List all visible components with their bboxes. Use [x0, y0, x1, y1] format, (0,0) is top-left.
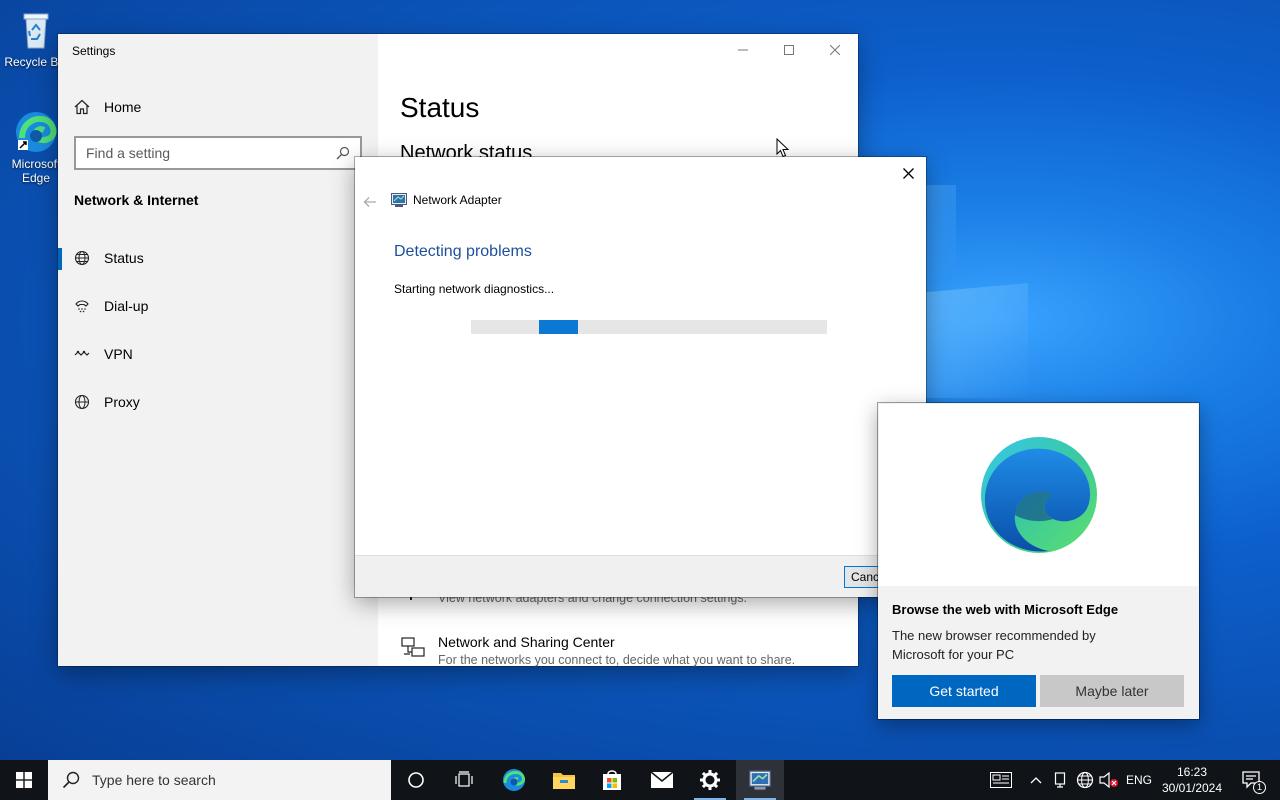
back-button[interactable] [363, 195, 377, 213]
settings-icon [700, 770, 720, 790]
minimize-button[interactable] [720, 34, 766, 66]
edge-promo-card: Browse the web with Microsoft Edge The n… [878, 403, 1199, 719]
nav-home[interactable]: Home [74, 98, 141, 116]
tray-network[interactable] [1074, 760, 1096, 800]
task-view-icon [455, 771, 473, 787]
chevron-up-icon [1030, 777, 1042, 784]
device-icon [1054, 772, 1066, 788]
home-icon [74, 99, 90, 115]
page-title: Status [400, 92, 480, 123]
search-input[interactable] [86, 145, 336, 161]
volume-muted-icon [1099, 772, 1118, 788]
taskbar-settings[interactable] [686, 760, 734, 800]
back-arrow-icon [363, 197, 376, 207]
network-globe-icon [1076, 771, 1094, 789]
taskbar-store[interactable] [588, 760, 636, 800]
cortana-icon [408, 772, 424, 788]
find-setting-search[interactable] [74, 136, 362, 170]
minimize-icon [738, 49, 748, 51]
action-center-button[interactable]: 1 [1232, 760, 1272, 800]
close-icon [830, 45, 840, 55]
taskbar-file-explorer[interactable] [540, 760, 588, 800]
sidebar-item-dial-up[interactable]: Dial-up [58, 286, 378, 326]
edge-icon [503, 769, 525, 791]
window-controls [720, 34, 858, 66]
maximize-button[interactable] [766, 34, 812, 66]
dialog-close-button[interactable] [896, 161, 920, 185]
diagnostics-progress-bar [471, 320, 827, 334]
troubleshooter-app: Network Adapter [391, 193, 502, 207]
windows-logo-icon [16, 772, 32, 788]
mouse-cursor-icon [776, 138, 790, 158]
store-icon [603, 770, 621, 790]
troubleshooter-icon [391, 193, 407, 207]
close-icon [902, 167, 914, 179]
wallpaper-logo-pane [926, 283, 1028, 398]
mail-icon [650, 771, 674, 788]
troubleshooter-icon [749, 770, 771, 790]
desktop-icon-label: Microsoft Edge [11, 157, 61, 185]
network-sharing-icon [401, 637, 425, 657]
close-button[interactable] [812, 34, 858, 66]
tray-language[interactable]: ENG [1122, 760, 1156, 800]
search-icon [336, 146, 350, 160]
clock-time: 16:23 [1176, 765, 1208, 779]
settings-nav: Settings Home Network & Internet Status … [58, 34, 378, 666]
edge-icon [14, 110, 58, 154]
maximize-icon [784, 45, 794, 55]
sidebar-item-vpn[interactable]: VPN [58, 334, 378, 374]
get-started-button[interactable]: Get started [892, 675, 1036, 707]
taskbar-edge[interactable] [490, 760, 538, 800]
search-icon [62, 771, 80, 789]
start-button[interactable] [0, 760, 48, 800]
nav-home-label: Home [104, 99, 142, 115]
taskbar: Type here to search ENG 16:23 30/01/2024… [0, 760, 1280, 800]
edge-logo-icon [980, 437, 1097, 553]
wallpaper-logo-pane [926, 185, 956, 280]
sidebar-item-label: VPN [104, 346, 133, 362]
sidebar-item-label: Dial-up [104, 298, 149, 314]
file-explorer-icon [553, 773, 575, 789]
dial-up-icon [75, 300, 89, 313]
globe-status-icon [74, 250, 90, 266]
clock-date: 30/01/2024 [1161, 781, 1223, 795]
cortana-button[interactable] [392, 760, 440, 800]
tray-show-hidden-icons[interactable] [1026, 760, 1046, 800]
promo-description: The new browser recommended by Microsoft… [892, 628, 1096, 662]
advanced-item-desc: For the networks you connect to, decide … [438, 653, 796, 667]
advanced-item-title: Network and Sharing Center [438, 634, 615, 650]
tray-news-button[interactable] [984, 760, 1018, 800]
sidebar-item-status[interactable]: Status [58, 238, 378, 278]
vpn-icon [74, 350, 90, 356]
language-indicator: ENG [1125, 773, 1152, 787]
taskbar-troubleshooter[interactable] [736, 760, 784, 800]
news-icon [990, 772, 1012, 788]
promo-hero [879, 404, 1198, 586]
dialog-app-name: Network Adapter [413, 193, 502, 207]
recycle-bin-icon [14, 8, 58, 52]
sidebar-item-proxy[interactable]: Proxy [58, 382, 378, 422]
sidebar-item-label: Proxy [104, 394, 140, 410]
troubleshooter-dialog: Network Adapter Detecting problems Start… [355, 157, 926, 597]
notification-count-badge: 1 [1253, 781, 1266, 794]
globe-icon [74, 394, 90, 410]
tray-volume[interactable] [1098, 760, 1120, 800]
promo-title: Browse the web with Microsoft Edge [892, 602, 1119, 617]
sidebar-item-label: Status [104, 250, 144, 266]
taskbar-search-placeholder: Type here to search [92, 772, 216, 788]
advanced-item-sharing-center[interactable]: Network and Sharing Center For the netwo… [400, 634, 795, 667]
progress-marquee-chunk [539, 320, 578, 334]
window-title: Settings [72, 44, 116, 58]
dialog-footer: Cancel [355, 555, 926, 597]
maybe-later-button[interactable]: Maybe later [1040, 675, 1184, 707]
dialog-status-text: Starting network diagnostics... [394, 282, 555, 296]
nav-section-title: Network & Internet [74, 192, 199, 208]
taskbar-mail[interactable] [638, 760, 686, 800]
task-view-button[interactable] [440, 760, 488, 800]
taskbar-search[interactable]: Type here to search [48, 760, 391, 800]
tray-clock[interactable]: 16:23 30/01/2024 [1158, 764, 1226, 796]
tray-device[interactable] [1050, 760, 1070, 800]
dialog-heading: Detecting problems [394, 243, 532, 260]
